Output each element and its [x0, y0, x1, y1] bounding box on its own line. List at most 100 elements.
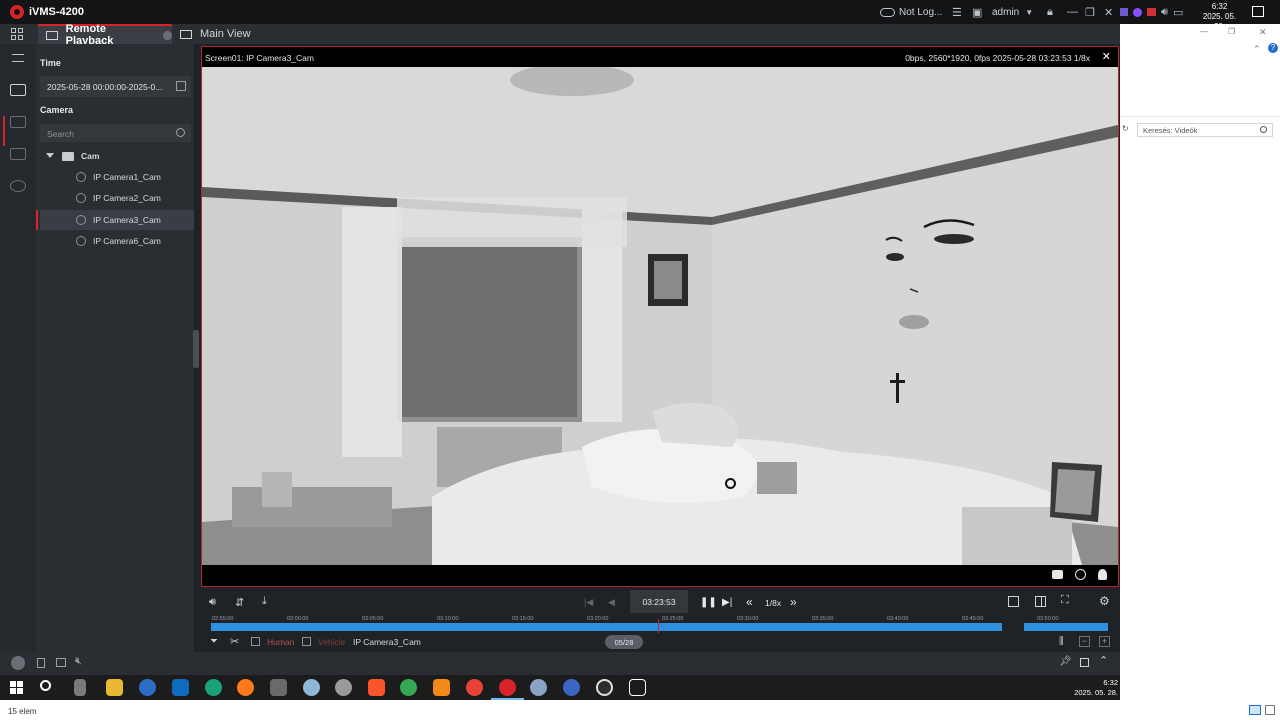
brave-icon[interactable]	[368, 679, 385, 696]
camera-search-input[interactable]: Search	[40, 124, 191, 142]
refresh-icon[interactable]: ↻	[1122, 124, 1129, 133]
taskbar-app-9-icon[interactable]	[335, 679, 352, 696]
search-icon[interactable]	[1260, 126, 1267, 133]
expand-caret-icon[interactable]	[46, 153, 54, 158]
zoom-out-icon[interactable]: −	[1079, 636, 1090, 647]
prev-segment-icon[interactable]: |◀	[584, 597, 593, 608]
fullscreen-icon[interactable]: ⛶	[1061, 594, 1069, 607]
time-range-field[interactable]: 2025-05-28 00:00:00-2025-0...	[40, 76, 191, 97]
capture-icon[interactable]	[1052, 570, 1063, 579]
taskbar-clock[interactable]: 6:32 2025. 05. 28.	[1068, 678, 1118, 698]
help-icon[interactable]: ?	[1268, 43, 1278, 53]
timeline-cursor[interactable]	[658, 619, 659, 633]
explorer-collapse-icon[interactable]: ⌃	[1253, 44, 1261, 55]
tree-camera-6[interactable]: IP Camera6_Cam	[40, 231, 194, 251]
cloud-status[interactable]: Not Log...	[880, 0, 942, 24]
adjust-icon[interactable]: ⇵	[235, 596, 244, 609]
taskbar-app-3-icon[interactable]	[139, 679, 156, 696]
collapse-up-icon[interactable]: ⌃	[1099, 654, 1108, 667]
audio-meter-icon[interactable]	[629, 679, 646, 696]
tree-camera-2[interactable]: IP Camera2_Cam	[40, 188, 194, 208]
pause-icon[interactable]: ❚❚	[700, 597, 717, 608]
minimize-icon[interactable]: —	[1067, 0, 1078, 24]
volume-icon[interactable]: 🔊︎	[209, 596, 216, 609]
network-icon[interactable]: ▭	[1173, 6, 1183, 19]
outlook-icon[interactable]	[172, 679, 189, 696]
explorer-minimize-icon[interactable]: —	[1200, 27, 1208, 36]
taskbar-app-16-icon[interactable]	[563, 679, 580, 696]
tab-close-icon[interactable]	[163, 30, 172, 40]
lock-icon[interactable]: 🔒︎	[1047, 0, 1053, 24]
image-icon[interactable]: ▣	[972, 0, 982, 24]
frame-back-icon[interactable]: ◀	[608, 597, 615, 608]
calendar-icon[interactable]	[176, 81, 186, 91]
grid-menu-icon[interactable]	[11, 28, 23, 40]
light-icon[interactable]	[1098, 569, 1107, 580]
explorer-close-icon[interactable]: ✕	[1259, 27, 1267, 38]
slow-down-icon[interactable]: «	[746, 595, 753, 609]
layout-icon[interactable]	[1035, 596, 1046, 607]
vehicle-checkbox[interactable]	[302, 637, 311, 646]
edge-icon[interactable]	[205, 679, 222, 696]
playback-window[interactable]: Screen01: IP Camera3_Cam 0bps, 2560*1920…	[201, 46, 1119, 587]
notifications-icon[interactable]	[1252, 6, 1264, 17]
close-screen-icon[interactable]: ✕	[1102, 50, 1111, 63]
vlc-icon[interactable]	[433, 679, 450, 696]
settings-rail-icon[interactable]	[10, 180, 26, 192]
human-checkbox[interactable]	[251, 637, 260, 646]
menu-icon[interactable]	[12, 54, 24, 62]
search-icon[interactable]	[176, 128, 185, 137]
explorer-maximize-icon[interactable]: ❐	[1228, 27, 1235, 36]
calculator-icon[interactable]	[270, 679, 287, 696]
alarm-icon[interactable]	[11, 656, 25, 670]
timeline-bar[interactable]	[211, 623, 1108, 631]
window-mode-icon[interactable]	[1008, 596, 1019, 607]
tree-group-cam[interactable]: Cam	[40, 146, 194, 166]
tray-icon-3[interactable]	[1147, 8, 1156, 16]
device-rail-icon[interactable]	[10, 148, 26, 160]
playback-rail-icon[interactable]	[10, 84, 26, 96]
taskbar-app-17-icon[interactable]	[596, 679, 613, 696]
tray-icon-1[interactable]	[1120, 8, 1128, 16]
tab-main-view[interactable]: Main View	[180, 24, 280, 44]
tray-icon-2[interactable]	[1133, 7, 1142, 17]
image-view-icon[interactable]	[56, 658, 66, 667]
zoom-in-icon[interactable]: +	[1099, 636, 1110, 647]
taskbar-app-1-icon[interactable]	[74, 679, 86, 696]
tiles-view-icon[interactable]	[1265, 705, 1275, 715]
scissors-icon[interactable]: ✂	[230, 635, 239, 648]
tab-remote-playback[interactable]: Remote Playback	[38, 23, 172, 47]
taskbar-app-8-icon[interactable]	[303, 679, 320, 696]
taskbar-search-icon[interactable]	[40, 680, 51, 691]
firefox-icon[interactable]	[237, 679, 254, 696]
maximize-icon[interactable]: ❐	[1085, 0, 1095, 24]
panel-collapse-handle[interactable]	[193, 330, 199, 368]
timeline-zoom-icon[interactable]: ⫼	[1059, 636, 1064, 647]
gear-icon[interactable]: ⚙	[1099, 594, 1110, 608]
close-icon[interactable]: ✕	[1104, 0, 1113, 24]
delete-icon[interactable]	[37, 658, 45, 668]
tree-camera-3[interactable]: IP Camera3_Cam	[36, 210, 194, 230]
window-icon[interactable]	[1080, 658, 1089, 667]
video-frame[interactable]	[202, 67, 1118, 565]
windows-start-icon[interactable]	[10, 681, 23, 694]
volume-icon[interactable]: 🔊︎	[1161, 6, 1168, 19]
record-icon[interactable]	[1075, 569, 1086, 580]
tree-camera-1[interactable]: IP Camera1_Cam	[40, 167, 194, 187]
speed-up-icon[interactable]: »	[790, 595, 797, 609]
filter-icon[interactable]: ⏷	[210, 636, 218, 647]
explorer-search-input[interactable]: Keresés: Videók	[1137, 123, 1273, 137]
chrome-2-icon[interactable]	[466, 679, 483, 696]
pin-icon[interactable]: 📌︎	[1059, 656, 1072, 667]
taskbar-app-15-icon[interactable]	[530, 679, 547, 696]
chrome-icon[interactable]	[400, 679, 417, 696]
list-icon[interactable]: ☰	[952, 0, 962, 24]
mute-icon[interactable]: 🔇︎	[75, 655, 82, 668]
download-icon[interactable]: ⤓	[262, 595, 267, 608]
event-rail-icon[interactable]	[10, 116, 26, 128]
user-menu[interactable]: admin ▼	[992, 0, 1033, 24]
file-explorer-icon[interactable]	[106, 679, 123, 696]
details-view-icon[interactable]	[1249, 705, 1261, 715]
ivms-taskbar-icon[interactable]	[491, 679, 524, 700]
frame-forward-icon[interactable]: ▶|	[722, 597, 732, 608]
